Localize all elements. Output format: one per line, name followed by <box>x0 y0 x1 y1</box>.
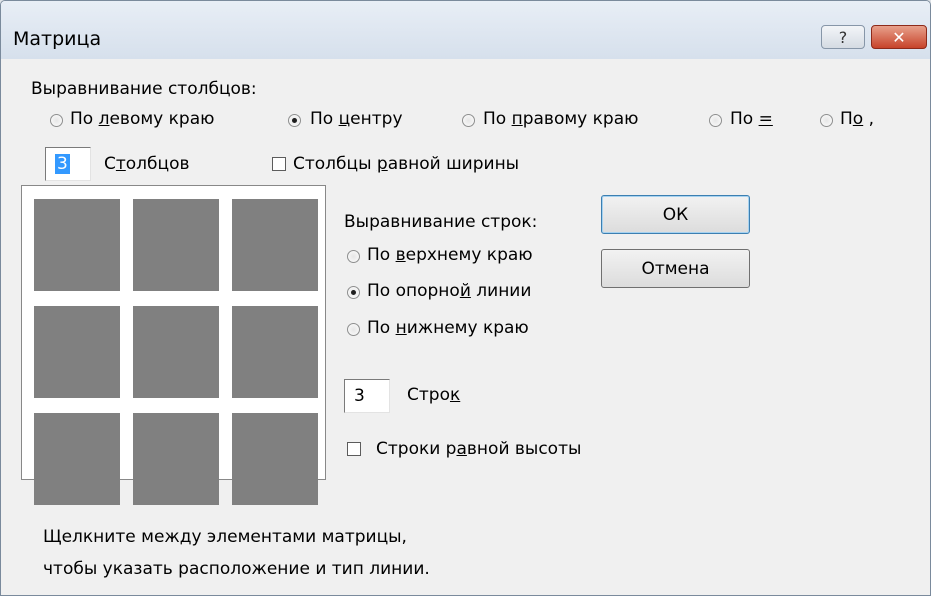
ok-button[interactable]: ОК <box>601 195 750 234</box>
matrix-cell[interactable] <box>232 413 318 505</box>
row-count-value: 3 <box>354 386 365 406</box>
radio-row-baseline-indicator[interactable] <box>347 286 360 299</box>
radio-row-baseline-label[interactable]: По опорной линии <box>367 281 531 301</box>
close-icon: ✕ <box>892 27 906 47</box>
column-count-value: 3 <box>55 154 70 174</box>
radio-col-equals-label[interactable]: По = <box>730 109 773 129</box>
equal-height-checkbox-box[interactable] <box>347 442 361 456</box>
matrix-preview[interactable] <box>21 185 326 505</box>
matrix-cell[interactable] <box>34 413 120 505</box>
radio-row-top-label[interactable]: По верхнему краю <box>367 245 533 265</box>
help-button[interactable]: ? <box>821 25 865 49</box>
matrix-cell[interactable] <box>133 199 219 291</box>
radio-col-comma-label[interactable]: По , <box>840 109 874 129</box>
matrix-cell[interactable] <box>133 413 219 505</box>
radio-row-top-indicator[interactable] <box>347 250 360 263</box>
matrix-cell[interactable] <box>232 199 318 291</box>
column-count-label: Столбцов <box>104 154 190 174</box>
radio-col-left-indicator[interactable] <box>50 114 63 127</box>
radio-row-bottom-label[interactable]: По нижнему краю <box>367 318 529 338</box>
row-count-label: Строк <box>407 385 461 405</box>
help-icon: ? <box>838 27 848 47</box>
radio-col-right-indicator[interactable] <box>462 114 475 127</box>
matrix-dialog: Матрица ? ✕ Выравнивание столбцов: По ле… <box>0 0 931 596</box>
matrix-cell[interactable] <box>34 306 120 398</box>
equal-width-checkbox-box[interactable] <box>272 157 286 171</box>
dialog-body: Выравнивание столбцов: По левому краю По… <box>1 59 930 595</box>
radio-col-comma-indicator[interactable] <box>820 114 833 127</box>
column-alignment-label: Выравнивание столбцов: <box>31 79 257 99</box>
matrix-cell[interactable] <box>133 306 219 398</box>
radio-col-center-label[interactable]: По центру <box>310 109 403 129</box>
radio-col-center-indicator[interactable] <box>288 114 301 127</box>
radio-row-bottom-indicator[interactable] <box>347 323 360 336</box>
radio-col-right-label[interactable]: По правому краю <box>483 109 638 129</box>
matrix-cell[interactable] <box>34 199 120 291</box>
close-button[interactable]: ✕ <box>871 25 927 49</box>
row-count-field[interactable]: 3 <box>344 379 390 413</box>
matrix-cell[interactable] <box>232 306 318 398</box>
row-alignment-label: Выравнивание строк: <box>344 212 538 232</box>
cancel-button[interactable]: Отмена <box>601 249 750 288</box>
title-bar[interactable]: Матрица ? ✕ <box>1 1 930 59</box>
radio-col-left-label[interactable]: По левому краю <box>70 109 214 129</box>
hint-line-1: Щелкните между элементами матрицы, <box>43 527 407 547</box>
radio-col-equals-indicator[interactable] <box>709 114 722 127</box>
window-title: Матрица <box>13 28 102 50</box>
column-count-field[interactable]: 3 <box>45 147 91 181</box>
equal-height-label[interactable]: Строки равной высоты <box>376 439 581 459</box>
hint-line-2: чтобы указать расположение и тип линии. <box>43 559 430 579</box>
equal-width-label[interactable]: Столбцы равной ширины <box>293 154 519 174</box>
